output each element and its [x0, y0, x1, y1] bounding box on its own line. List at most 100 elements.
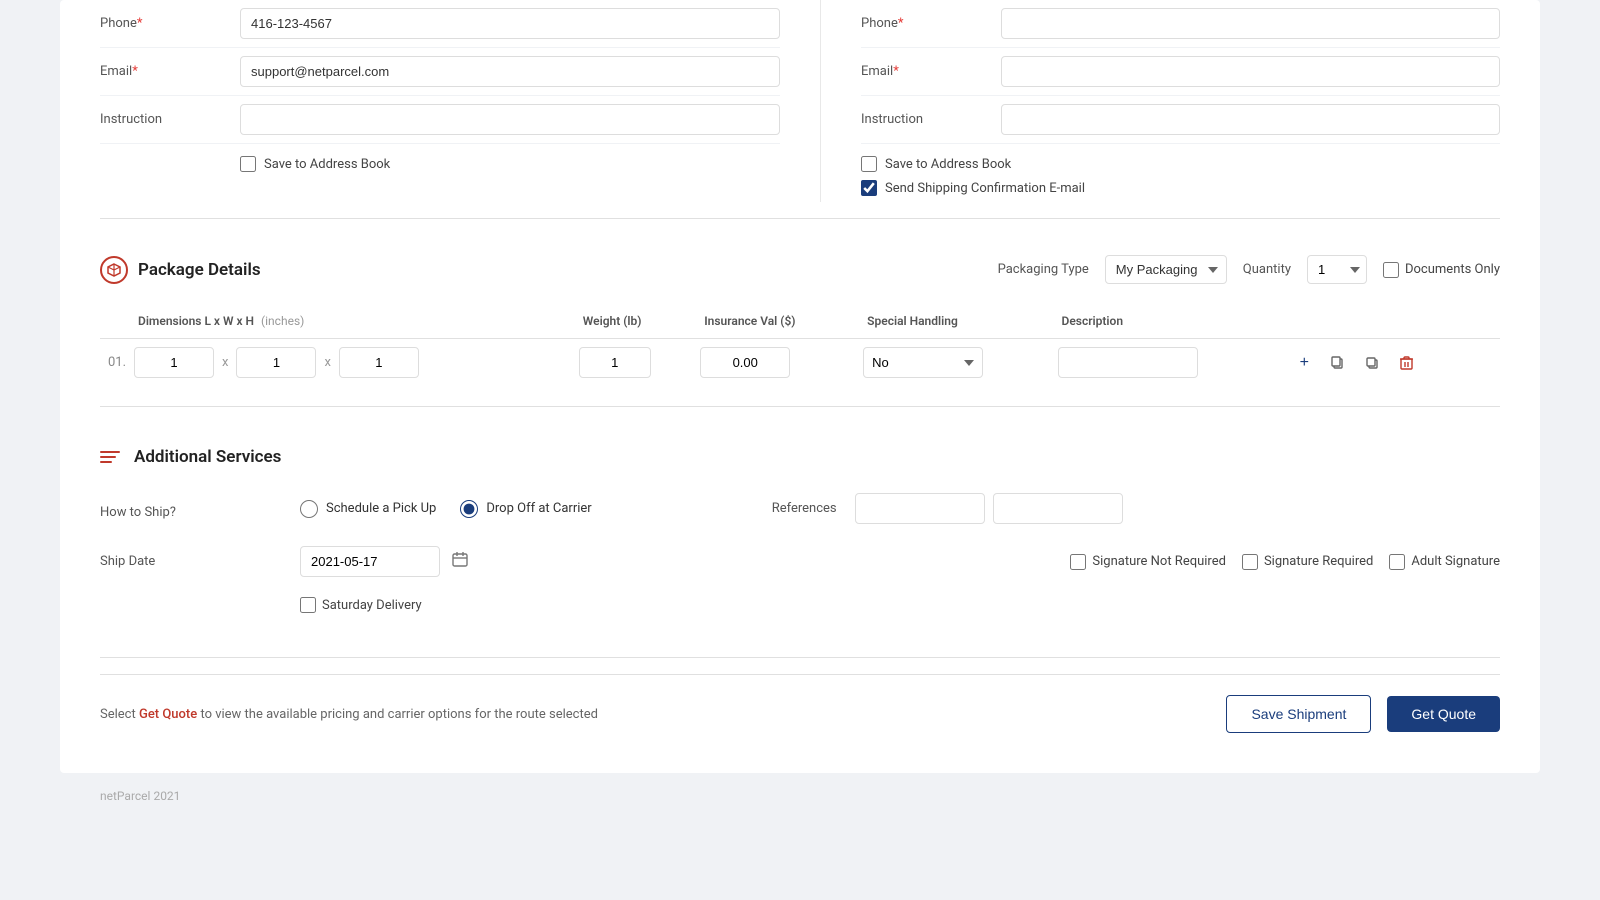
left-email-row: Email* — [100, 48, 780, 96]
send-confirmation-checkbox[interactable] — [861, 180, 877, 196]
quantity-select[interactable]: 1 2 3 — [1307, 255, 1367, 284]
reference-2-input[interactable] — [993, 493, 1123, 524]
package-controls: Packaging Type My Packaging Quantity 1 2… — [998, 255, 1500, 284]
documents-only-row: Documents Only — [1383, 262, 1500, 278]
ship-date-input[interactable] — [300, 546, 440, 577]
adult-sig-label: Adult Signature — [1411, 554, 1500, 569]
insurance-cell — [696, 339, 859, 387]
reference-1-input[interactable] — [855, 493, 985, 524]
left-email-input[interactable] — [240, 56, 780, 87]
dim-w-input[interactable] — [236, 347, 316, 378]
get-quote-link-text[interactable]: Get Quote — [139, 707, 197, 722]
description-input[interactable] — [1058, 347, 1198, 378]
saturday-option: Saturday Delivery — [300, 597, 422, 613]
left-instruction-input[interactable] — [240, 104, 780, 135]
page-footer: netParcel 2021 — [0, 773, 1600, 819]
package-details-title: Package Details — [138, 260, 261, 280]
table-row: 01. x x — [100, 339, 1500, 387]
duplicate-row-button[interactable] — [1358, 349, 1386, 377]
sig-not-required-checkbox[interactable] — [1070, 554, 1086, 570]
footer-text: netParcel 2021 — [100, 789, 180, 803]
left-phone-row: Phone* — [100, 0, 780, 48]
right-email-input[interactable] — [1001, 56, 1500, 87]
additional-services-section: Additional Services How to Ship? Schedul… — [100, 431, 1500, 641]
saturday-delivery-label: Saturday Delivery — [322, 598, 422, 613]
row-num: 01. — [100, 339, 130, 387]
save-shipment-button[interactable]: Save Shipment — [1226, 695, 1371, 733]
right-instruction-row: Instruction — [861, 96, 1500, 144]
package-icon — [100, 256, 128, 284]
schedule-pickup-option[interactable]: Schedule a Pick Up — [300, 500, 436, 518]
special-handling-select[interactable]: No Yes — [863, 347, 983, 378]
left-save-address-label: Save to Address Book — [264, 157, 390, 172]
how-to-ship-row: How to Ship? Schedule a Pick Up Drop Off… — [100, 483, 1500, 534]
calendar-icon-button[interactable] — [448, 547, 472, 576]
right-save-address-checkbox[interactable] — [861, 156, 877, 172]
right-save-address-label: Save to Address Book — [885, 157, 1011, 172]
package-details-header: Package Details Packaging Type My Packag… — [100, 235, 1500, 300]
packaging-type-select[interactable]: My Packaging — [1105, 255, 1227, 284]
copy-row-button[interactable] — [1324, 349, 1352, 377]
ship-date-label: Ship Date — [100, 554, 300, 569]
dim-x-2: x — [320, 355, 334, 370]
left-email-label: Email* — [100, 64, 240, 79]
weight-cell — [575, 339, 696, 387]
right-address-column: Phone* Email* Instruction — [820, 0, 1500, 202]
get-quote-button[interactable]: Get Quote — [1387, 696, 1500, 732]
left-phone-input[interactable] — [240, 8, 780, 39]
saturday-delivery-row: Saturday Delivery — [100, 589, 1500, 621]
right-checkboxes: Save to Address Book Send Shipping Confi… — [861, 144, 1500, 202]
page-wrapper: Phone* Email* Instruction — [0, 0, 1600, 900]
right-instruction-input[interactable] — [1001, 104, 1500, 135]
left-save-address-row: Save to Address Book — [100, 144, 780, 178]
ship-date-row: Ship Date — [100, 534, 1500, 589]
left-instruction-row: Instruction — [100, 96, 780, 144]
sig-required-label: Signature Required — [1264, 554, 1373, 569]
drop-off-option[interactable]: Drop Off at Carrier — [460, 500, 591, 518]
signature-options: Signature Not Required Signature Require… — [1070, 554, 1500, 570]
sig-required-checkbox[interactable] — [1242, 554, 1258, 570]
services-icon — [100, 451, 120, 463]
divider-2 — [100, 406, 1500, 407]
left-address-column: Phone* Email* Instruction — [100, 0, 780, 202]
schedule-pickup-label: Schedule a Pick Up — [326, 501, 436, 516]
form-footer: Select Get Quote to view the available p… — [100, 674, 1500, 743]
how-to-ship-label: How to Ship? — [100, 497, 300, 520]
divider-1 — [100, 218, 1500, 219]
left-save-address-checkbox[interactable] — [240, 156, 256, 172]
right-phone-input[interactable] — [1001, 8, 1500, 39]
adult-sig-checkbox[interactable] — [1389, 554, 1405, 570]
delete-row-button[interactable] — [1392, 349, 1420, 377]
right-email-row: Email* — [861, 48, 1500, 96]
references-label: References — [772, 501, 837, 516]
packaging-type-label: Packaging Type — [998, 262, 1089, 277]
quantity-label: Quantity — [1243, 262, 1291, 277]
saturday-delivery-checkbox[interactable] — [300, 597, 316, 613]
footer-note: Select Get Quote to view the available p… — [100, 707, 598, 722]
left-phone-label: Phone* — [100, 16, 240, 31]
drop-off-radio[interactable] — [460, 500, 478, 518]
additional-services-header: Additional Services — [100, 431, 1500, 483]
col-dimensions: Dimensions L x W x H (inches) — [130, 308, 575, 339]
description-cell — [1054, 339, 1279, 387]
send-confirmation-label: Send Shipping Confirmation E-mail — [885, 181, 1085, 196]
drop-off-label: Drop Off at Carrier — [486, 501, 591, 516]
add-row-button[interactable]: + — [1290, 349, 1318, 377]
col-special-handling: Special Handling — [859, 308, 1053, 339]
address-columns: Phone* Email* Instruction — [100, 0, 1500, 202]
package-details-section: Package Details Packaging Type My Packag… — [100, 235, 1500, 386]
col-insurance: Insurance Val ($) — [696, 308, 859, 339]
insurance-input[interactable] — [700, 347, 790, 378]
schedule-pickup-radio[interactable] — [300, 500, 318, 518]
dim-h-input[interactable] — [339, 347, 419, 378]
dim-l-input[interactable] — [134, 347, 214, 378]
right-email-label: Email* — [861, 64, 1001, 79]
how-to-ship-options: Schedule a Pick Up Drop Off at Carrier — [300, 500, 592, 518]
dim-x-1: x — [218, 355, 232, 370]
right-phone-row: Phone* — [861, 0, 1500, 48]
weight-input[interactable] — [579, 347, 651, 378]
dimensions-cell: x x — [130, 339, 575, 387]
package-table: Dimensions L x W x H (inches) Weight (lb… — [100, 308, 1500, 386]
documents-only-checkbox[interactable] — [1383, 262, 1399, 278]
right-phone-label: Phone* — [861, 16, 1001, 31]
